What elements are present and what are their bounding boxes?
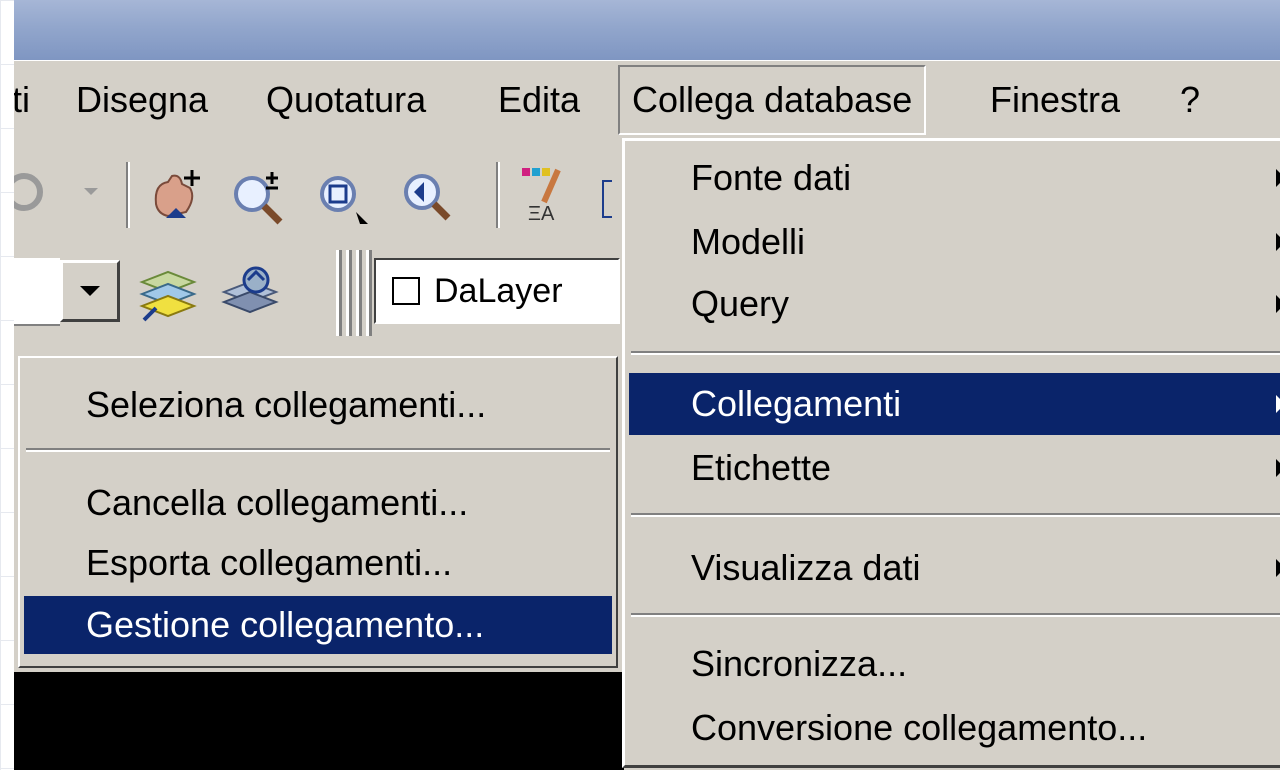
- menu-item-label: Fonte dati: [691, 157, 852, 198]
- properties-match-icon[interactable]: ΞA: [514, 162, 578, 226]
- menu-item-fonte-dati[interactable]: Fonte dati: [629, 147, 1280, 209]
- app-window: ti Disegna Quotatura Edita Collega datab…: [14, 0, 1280, 770]
- partial-undo-icon[interactable]: [14, 168, 64, 216]
- color-control-dropdown[interactable]: DaLayer: [374, 258, 620, 324]
- menu-item-label: Etichette: [691, 447, 832, 488]
- pan-icon[interactable]: [146, 164, 210, 228]
- submenu-arrow-icon: [1276, 233, 1280, 251]
- drawing-area[interactable]: [14, 672, 624, 770]
- menu-item-collegamenti[interactable]: Collegamenti: [629, 373, 1280, 435]
- menu-separator: [631, 351, 1280, 355]
- svg-text:ΞA: ΞA: [528, 203, 555, 225]
- menu-separator: [26, 448, 610, 452]
- submenu-item-esporta-collegamenti[interactable]: Esporta collegamenti...: [24, 534, 612, 592]
- submenu-item-seleziona-collegamenti[interactable]: Seleziona collegamenti...: [24, 376, 612, 434]
- menu-item-partial[interactable]: ti: [14, 75, 42, 125]
- chevron-down-icon: [80, 286, 100, 296]
- layer-combo-field[interactable]: [14, 258, 60, 326]
- submenu-item-gestione-collegamento[interactable]: Gestione collegamento...: [24, 596, 612, 654]
- submenu-item-cancella-collegamenti[interactable]: Cancella collegamenti...: [24, 474, 612, 532]
- menu-bar: ti Disegna Quotatura Edita Collega datab…: [14, 60, 1280, 141]
- zoom-realtime-icon[interactable]: [228, 164, 292, 228]
- title-bar: [14, 0, 1280, 60]
- toolbar-separator: [126, 162, 130, 228]
- menu-edita[interactable]: Edita: [486, 75, 592, 125]
- menu-item-label: Modelli: [691, 221, 806, 262]
- layer-previous-icon[interactable]: [136, 264, 200, 324]
- menu-item-sincronizza[interactable]: Sincronizza...: [629, 633, 1280, 695]
- menu-item-query[interactable]: Query: [629, 273, 1280, 335]
- menu-item-modelli[interactable]: Modelli: [629, 211, 1280, 273]
- collegamenti-submenu: Seleziona collegamenti... Cancella colle…: [18, 356, 618, 668]
- menu-separator: [631, 613, 1280, 617]
- zoom-window-icon[interactable]: [312, 164, 376, 228]
- submenu-arrow-icon: [1276, 459, 1280, 477]
- menu-item-label: Query: [691, 283, 790, 324]
- submenu-arrow-icon: [1276, 395, 1280, 413]
- menu-item-label: Collegamenti: [691, 383, 902, 424]
- chevron-down-icon[interactable]: [76, 176, 106, 206]
- menu-finestra[interactable]: Finestra: [978, 75, 1132, 125]
- submenu-arrow-icon: [1276, 559, 1280, 577]
- menu-quotatura[interactable]: Quotatura: [254, 75, 438, 125]
- collega-database-menu: Fonte dati Modelli Query Collegamenti Et…: [622, 138, 1280, 768]
- zoom-previous-icon[interactable]: [394, 164, 458, 228]
- color-swatch-icon: [392, 277, 420, 305]
- color-control-value: DaLayer: [434, 271, 563, 310]
- partial-icon: [602, 180, 612, 218]
- toolbar: ΞA DaLayer: [14, 140, 624, 340]
- menu-separator: [631, 513, 1280, 517]
- layer-combo-button[interactable]: [60, 260, 120, 322]
- submenu-arrow-icon: [1276, 169, 1280, 187]
- menu-item-conversione-collegamento[interactable]: Conversione collegamento...: [629, 697, 1280, 759]
- menu-disegna[interactable]: Disegna: [64, 75, 220, 125]
- menu-item-visualizza-dati[interactable]: Visualizza dati: [629, 537, 1280, 599]
- menu-item-label: Visualizza dati: [691, 547, 921, 588]
- menu-collega-database[interactable]: Collega database: [618, 65, 927, 135]
- menu-help[interactable]: ?: [1168, 75, 1212, 125]
- toolbar-separator: [496, 162, 500, 228]
- layer-state-icon[interactable]: [218, 262, 288, 322]
- submenu-arrow-icon: [1276, 295, 1280, 313]
- menu-item-etichette[interactable]: Etichette: [629, 437, 1280, 499]
- toolbar-grip[interactable]: [336, 250, 372, 336]
